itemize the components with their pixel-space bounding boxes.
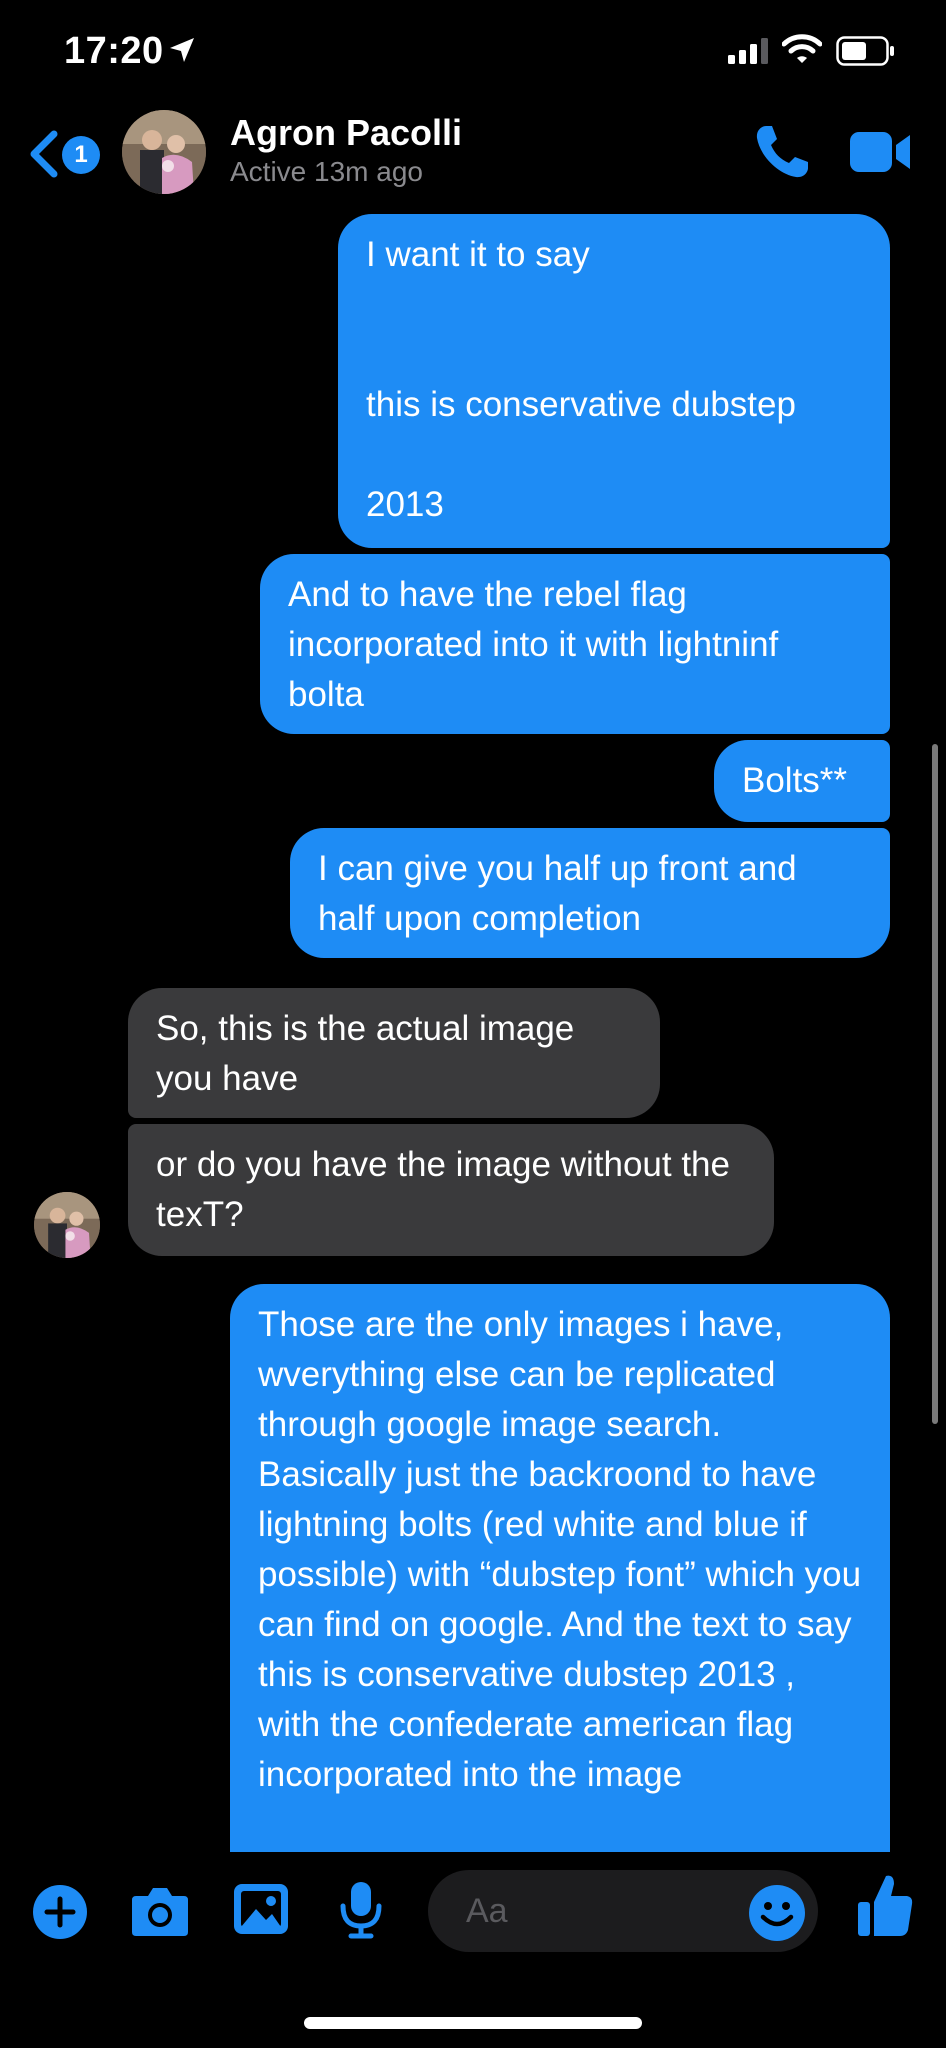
contact-name[interactable]: Agron Pacolli	[230, 112, 462, 154]
battery-icon	[836, 36, 894, 66]
avatar-photo-icon	[34, 1192, 100, 1258]
message-thread[interactable]: I want it to say this is conservative du…	[0, 200, 946, 1852]
contact-active-status: Active 13m ago	[230, 156, 423, 187]
message-bubble-outgoing[interactable]: And to have the rebel flag incorporated …	[260, 554, 890, 734]
conversation-header: 1 Agron Pacolli Active 13m ago	[0, 100, 946, 210]
message-composer	[0, 1852, 946, 1962]
wifi-icon	[782, 34, 822, 63]
photo-gallery-icon[interactable]	[232, 1882, 290, 1936]
message-bubble-outgoing[interactable]: I want it to say this is conservative du…	[338, 214, 890, 548]
message-bubble-outgoing[interactable]: I can give you half up front and half up…	[290, 828, 890, 958]
sender-avatar[interactable]	[34, 1192, 100, 1258]
camera-icon[interactable]	[130, 1884, 190, 1938]
plus-circle-icon[interactable]	[32, 1884, 88, 1940]
message-bubble-outgoing[interactable]: Bolts**	[714, 740, 890, 822]
message-bubble-incoming[interactable]: or do you have the image without the tex…	[128, 1124, 774, 1256]
emoji-icon[interactable]	[748, 1884, 806, 1942]
chevron-left-icon	[30, 130, 58, 178]
message-bubble-outgoing[interactable]: Those are the only images i have, wveryt…	[230, 1284, 890, 1852]
status-time: 17:20	[64, 30, 164, 72]
message-bubble-incoming[interactable]: So, this is the actual image you have	[128, 988, 660, 1118]
unread-count-badge: 1	[62, 136, 100, 174]
back-button[interactable]: 1	[26, 126, 106, 180]
phone-call-icon[interactable]	[752, 122, 812, 182]
microphone-icon[interactable]	[338, 1880, 384, 1940]
home-indicator[interactable]	[304, 2017, 642, 2029]
cellular-signal-icon	[728, 38, 768, 64]
status-bar: 17:20	[0, 0, 946, 100]
scrollbar[interactable]	[932, 744, 938, 1424]
contact-avatar[interactable]	[122, 110, 206, 194]
avatar-photo-icon	[122, 110, 206, 194]
thumbs-up-icon[interactable]	[856, 1872, 914, 1938]
location-arrow-icon	[170, 38, 194, 62]
video-call-icon[interactable]	[848, 128, 912, 176]
